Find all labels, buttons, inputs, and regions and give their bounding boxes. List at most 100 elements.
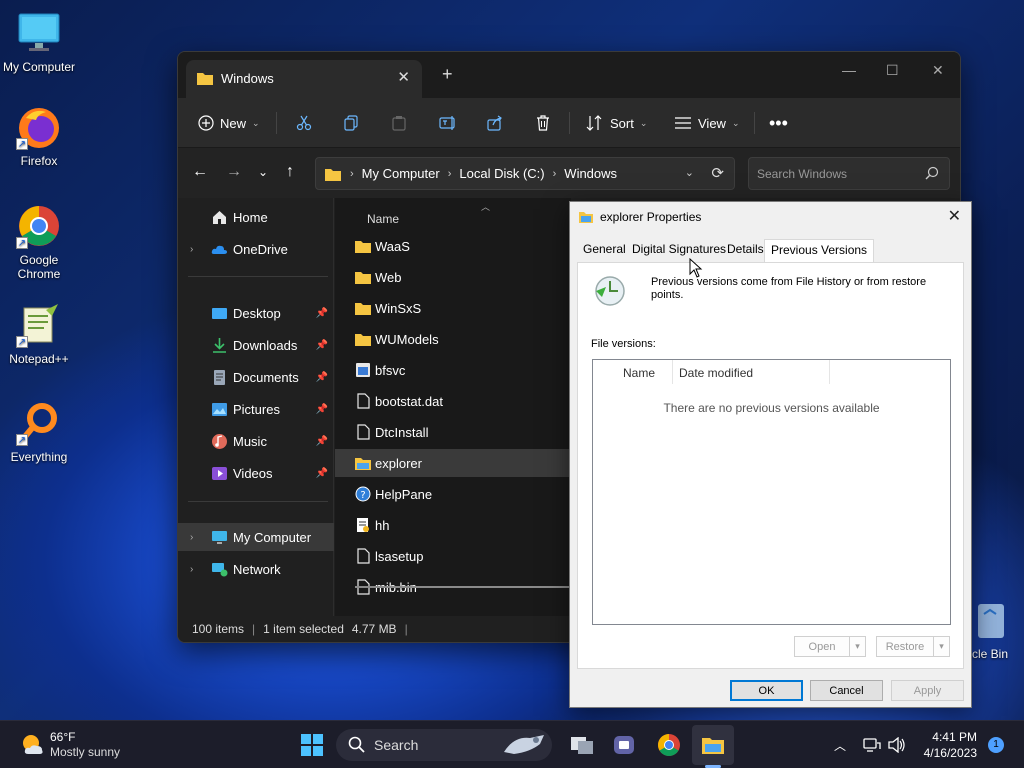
show-hidden-icons-chevron-icon[interactable]: ︿ <box>834 737 846 754</box>
pin-icon[interactable]: 📌 <box>316 308 328 319</box>
expand-chevron-icon[interactable]: › <box>190 244 193 255</box>
maximize-icon[interactable]: ☐ <box>886 62 899 79</box>
notification-badge[interactable]: 1 <box>988 737 1004 753</box>
more-options-button[interactable]: ••• <box>769 111 788 135</box>
sidebar-item-downloads[interactable]: Downloads 📌 <box>178 331 334 359</box>
sidebar-item-home[interactable]: Home <box>178 203 334 231</box>
chevron-down-icon[interactable]: ▾ <box>933 637 949 656</box>
rename-button[interactable] <box>439 111 457 135</box>
file-row[interactable]: bootstat.dat <box>335 387 571 415</box>
file-row[interactable]: WinSxS <box>335 294 571 322</box>
desktop-icon-my-computer[interactable]: My Computer <box>0 10 78 74</box>
tab-previous-versions[interactable]: Previous Versions <box>764 239 875 263</box>
folder-icon <box>579 212 593 223</box>
file-row[interactable]: DtcInstall <box>335 418 571 446</box>
taskbar-search[interactable]: Search <box>336 729 552 761</box>
up-arrow-icon[interactable]: ↑ <box>286 163 294 181</box>
system-clock[interactable]: 4:41 PM 4/16/2023 <box>924 729 977 761</box>
new-button[interactable]: New ⌄ <box>198 111 260 135</box>
tab-windows[interactable]: Windows ✕ <box>186 60 422 98</box>
forward-arrow-icon[interactable]: → <box>226 163 242 181</box>
sidebar-item-documents[interactable]: Documents 📌 <box>178 363 334 391</box>
sidebar-item-desktop[interactable]: Desktop 📌 <box>178 299 334 327</box>
cut-button[interactable] <box>296 111 312 135</box>
column-header-date-modified[interactable]: Date modified <box>679 366 753 380</box>
file-versions-list[interactable]: Name Date modified There are no previous… <box>592 359 951 625</box>
sidebar-item-music[interactable]: Music 📌 <box>178 427 334 455</box>
breadcrumb-windows[interactable]: Windows <box>564 166 617 181</box>
file-row[interactable]: bfsvc <box>335 356 571 384</box>
view-button[interactable]: View ⌄ <box>674 111 740 135</box>
selection-count: 1 item selected <box>263 622 344 636</box>
address-dropdown-icon[interactable]: ⌄ <box>685 166 694 179</box>
desktop-icon-everything[interactable]: ↗ Everything <box>0 400 78 464</box>
teams-chat-icon[interactable] <box>612 733 636 757</box>
column-header-name[interactable]: Name <box>367 212 399 226</box>
breadcrumb-local-disk[interactable]: Local Disk (C:) <box>459 166 544 181</box>
sidebar-item-my-computer[interactable]: › My Computer <box>178 523 334 551</box>
minimize-icon[interactable]: — <box>842 62 856 78</box>
recent-locations-chevron-icon[interactable]: ⌄ <box>258 165 268 179</box>
sidebar-item-network[interactable]: › Network <box>178 555 334 583</box>
desktop-icon-google-chrome[interactable]: ↗ Google Chrome <box>0 203 78 281</box>
copy-button[interactable] <box>343 111 359 135</box>
expand-chevron-icon[interactable]: › <box>190 532 193 543</box>
task-view-icon[interactable] <box>570 733 594 757</box>
open-button[interactable]: Open ▾ <box>794 636 866 657</box>
shortcut-arrow-icon: ↗ <box>16 434 28 446</box>
file-row[interactable]: explorer <box>335 449 571 477</box>
pin-icon[interactable]: 📌 <box>316 372 328 383</box>
pin-icon[interactable]: 📌 <box>316 340 328 351</box>
file-row[interactable]: WUModels <box>335 325 571 353</box>
open-label: Open <box>808 640 836 653</box>
paste-button[interactable] <box>391 111 407 135</box>
address-bar[interactable]: › My Computer › Local Disk (C:) › Window… <box>315 157 735 190</box>
chrome-taskbar-icon[interactable] <box>657 733 681 757</box>
pin-icon[interactable]: 📌 <box>316 468 328 479</box>
tab-details[interactable]: Details <box>727 242 764 262</box>
close-dialog-icon[interactable]: ✕ <box>948 206 961 226</box>
tab-general[interactable]: General <box>583 242 626 262</box>
search-input[interactable]: Search Windows <box>748 157 950 190</box>
share-button[interactable] <box>487 111 503 135</box>
pin-icon[interactable]: 📌 <box>316 404 328 415</box>
ok-button[interactable]: OK <box>730 680 803 701</box>
sidebar-item-videos[interactable]: Videos 📌 <box>178 459 334 487</box>
apply-button[interactable]: Apply <box>891 680 964 701</box>
sort-button[interactable]: Sort ⌄ <box>586 111 647 135</box>
restore-button[interactable]: Restore ▾ <box>876 636 950 657</box>
sidebar-item-label: Pictures <box>233 401 280 417</box>
chevron-down-icon[interactable]: ▾ <box>849 637 865 656</box>
delete-button[interactable] <box>535 111 551 135</box>
expand-chevron-icon[interactable]: › <box>190 564 193 575</box>
file-explorer-icon <box>355 458 371 470</box>
back-arrow-icon[interactable]: ← <box>192 163 208 181</box>
shortcut-arrow-icon: ↗ <box>16 237 28 249</box>
file-row[interactable]: lsasetup <box>335 542 571 570</box>
sidebar-item-onedrive[interactable]: › OneDrive <box>178 235 334 263</box>
sidebar-item-pictures[interactable]: Pictures 📌 <box>178 395 334 423</box>
previous-versions-panel: Previous versions come from File History… <box>577 262 964 669</box>
desktop-icon-firefox[interactable]: ↗ Firefox <box>0 104 78 168</box>
file-row[interactable]: Web <box>335 263 571 291</box>
windows-start-icon[interactable] <box>300 733 324 757</box>
file-row[interactable]: WaaS <box>335 232 571 260</box>
close-tab-icon[interactable]: ✕ <box>397 68 410 86</box>
file-name: explorer <box>375 455 422 471</box>
add-tab-icon[interactable]: + <box>442 64 453 85</box>
horizontal-scrollbar[interactable] <box>355 586 571 588</box>
pin-icon[interactable]: 📌 <box>316 436 328 447</box>
volume-icon[interactable] <box>888 737 906 753</box>
cancel-button[interactable]: Cancel <box>810 680 883 701</box>
column-header-name[interactable]: Name <box>623 366 655 380</box>
desktop-icon-notepad-plus-plus[interactable]: ↗ Notepad++ <box>0 302 78 366</box>
refresh-icon[interactable]: ⟳ <box>711 164 724 182</box>
file-row[interactable]: ? HelpPane <box>335 480 571 508</box>
file-explorer-taskbar-icon[interactable] <box>701 733 725 757</box>
close-window-icon[interactable]: ✕ <box>932 62 944 79</box>
file-row[interactable]: hh <box>335 511 571 539</box>
help-icon: ? <box>355 486 371 502</box>
tab-digital-signatures[interactable]: Digital Signatures <box>632 242 726 262</box>
breadcrumb-my-computer[interactable]: My Computer <box>362 166 440 181</box>
network-tray-icon[interactable] <box>863 737 881 753</box>
